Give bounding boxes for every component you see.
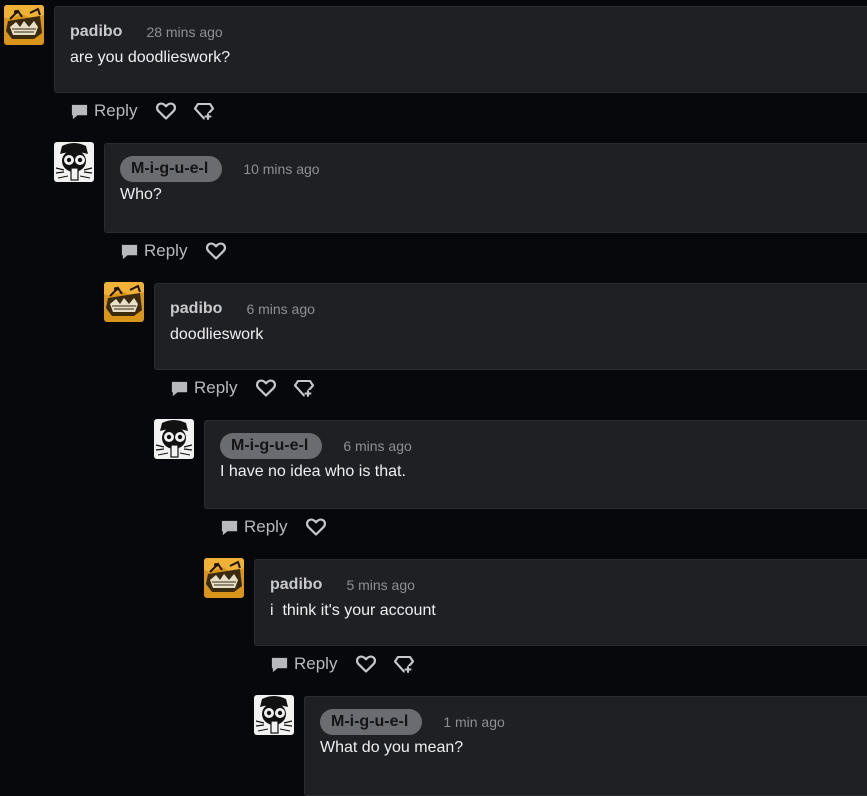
comment-actions: Reply	[270, 652, 415, 676]
reply-button[interactable]: Reply	[220, 517, 287, 537]
heart-icon[interactable]	[205, 240, 227, 262]
reply-button[interactable]: Reply	[170, 378, 237, 398]
comment-text: What do you mean?	[320, 739, 464, 756]
heart-icon[interactable]	[305, 516, 327, 538]
padibo-avatar-icon[interactable]	[204, 558, 244, 598]
comment-actions: Reply	[220, 515, 327, 539]
reply-button[interactable]: Reply	[270, 654, 337, 674]
comment-text: Who?	[120, 186, 162, 203]
username[interactable]: M-i-g-u-e-l	[120, 156, 223, 182]
username[interactable]: padibo	[170, 300, 222, 318]
reply-label: Reply	[94, 101, 138, 120]
comment-text: i think it's your account	[270, 602, 436, 619]
timestamp: 5 mins ago	[346, 577, 415, 593]
reply-icon	[170, 379, 189, 398]
reply-label: Reply	[244, 517, 288, 536]
comment-header: padibo 6 mins ago	[170, 296, 315, 322]
reply-icon	[70, 102, 89, 121]
miguel-avatar-icon[interactable]	[54, 142, 94, 182]
reply-icon	[270, 655, 289, 674]
heart-icon[interactable]	[355, 653, 377, 675]
comment-header: padibo 5 mins ago	[270, 572, 415, 598]
timestamp: 6 mins ago	[343, 438, 412, 454]
padibo-avatar-icon[interactable]	[4, 5, 44, 45]
miguel-avatar-icon[interactable]	[254, 695, 294, 735]
username[interactable]: M-i-g-u-e-l	[220, 433, 323, 459]
comment-bubble: M-i-g-u-e-l 1 min ago What do you mean?	[304, 696, 867, 796]
reply-label: Reply	[144, 241, 188, 260]
heart-icon[interactable]	[255, 377, 277, 399]
comment-header: M-i-g-u-e-l 10 mins ago	[120, 156, 320, 182]
reply-icon	[220, 518, 239, 537]
comment-header: M-i-g-u-e-l 6 mins ago	[220, 433, 412, 459]
timestamp: 28 mins ago	[146, 24, 223, 40]
comment-bubble: M-i-g-u-e-l 6 mins ago I have no idea wh…	[204, 420, 867, 509]
comment-actions: Reply	[120, 239, 227, 263]
reply-button[interactable]: Reply	[120, 241, 187, 261]
reply-button[interactable]: Reply	[70, 101, 137, 121]
comment-actions: Reply	[70, 99, 215, 123]
timestamp: 1 min ago	[443, 714, 505, 730]
reply-icon	[120, 242, 139, 261]
comment-bubble: padibo 6 mins ago doodlieswork	[154, 283, 867, 370]
comment-bubble: M-i-g-u-e-l 10 mins ago Who?	[104, 143, 867, 233]
comment-header: M-i-g-u-e-l 1 min ago	[320, 709, 505, 735]
padibo-avatar-icon[interactable]	[104, 282, 144, 322]
comment-text: I have no idea who is that.	[220, 463, 406, 480]
heart-icon[interactable]	[155, 100, 177, 122]
reply-label: Reply	[194, 378, 238, 397]
username[interactable]: M-i-g-u-e-l	[320, 709, 423, 735]
reply-label: Reply	[294, 654, 338, 673]
comment-text: doodlieswork	[170, 326, 264, 343]
timestamp: 10 mins ago	[243, 161, 320, 177]
comment-header: padibo 28 mins ago	[70, 19, 223, 45]
comment-bubble: padibo 28 mins ago are you doodlieswork?	[54, 6, 867, 93]
miguel-avatar-icon[interactable]	[154, 419, 194, 459]
username[interactable]: padibo	[70, 23, 122, 41]
comment-bubble: padibo 5 mins ago i think it's your acco…	[254, 559, 867, 646]
award-icon[interactable]	[293, 377, 315, 399]
comment-actions: Reply	[170, 376, 315, 400]
username[interactable]: padibo	[270, 576, 322, 594]
timestamp: 6 mins ago	[246, 301, 315, 317]
comment-text: are you doodlieswork?	[70, 49, 231, 66]
award-icon[interactable]	[393, 653, 415, 675]
award-icon[interactable]	[193, 100, 215, 122]
